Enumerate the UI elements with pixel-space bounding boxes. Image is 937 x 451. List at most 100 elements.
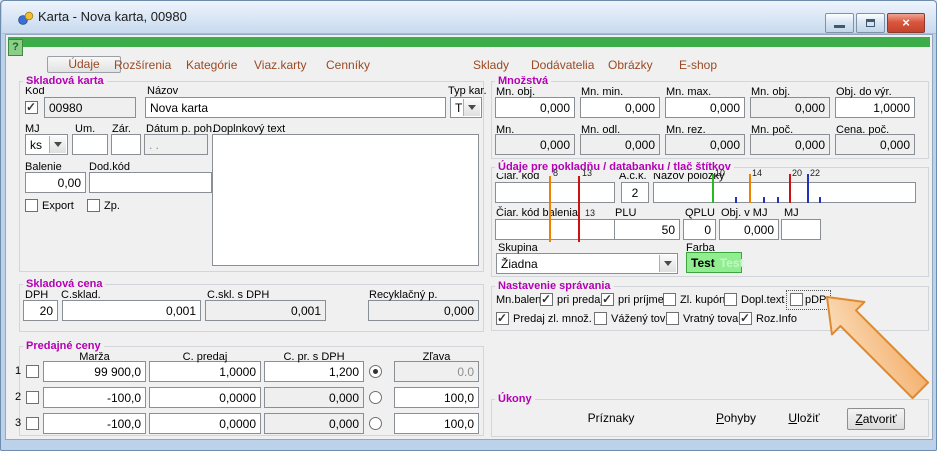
tab-kategorie[interactable]: Kategórie bbox=[186, 58, 237, 72]
roz-info-checkbox[interactable] bbox=[739, 312, 752, 325]
marza-header: Marža bbox=[43, 351, 146, 363]
vratny-tovar-checkbox[interactable] bbox=[666, 312, 679, 325]
qplu-field[interactable]: 0 bbox=[683, 219, 716, 240]
kod-field[interactable]: 00980 bbox=[44, 97, 136, 118]
predaj-zl-mnoz-checkbox[interactable] bbox=[496, 312, 509, 325]
recyklacny-label: Recyklačný p. bbox=[369, 289, 437, 301]
zar-field[interactable] bbox=[111, 134, 141, 155]
c-predaj-field-2[interactable]: 0,0000 bbox=[149, 387, 261, 408]
mj2-field[interactable] bbox=[781, 219, 821, 240]
tab-dodavatelia[interactable]: Dodávatelia bbox=[531, 58, 594, 72]
tab-rozsirenia[interactable]: Rozšírenia bbox=[114, 58, 171, 72]
zp-checkbox[interactable] bbox=[87, 199, 100, 212]
um-field[interactable] bbox=[72, 134, 108, 155]
cskl-s-dph-field[interactable]: 0,001 bbox=[205, 300, 326, 321]
c-pr-s-dph-field-3[interactable]: 0,000 bbox=[264, 413, 364, 434]
tab-sklady[interactable]: Sklady bbox=[473, 58, 509, 72]
zlava-field-1[interactable]: 0.0 bbox=[394, 361, 479, 382]
pohyby-button[interactable]: Pohyby bbox=[706, 411, 766, 425]
close-button[interactable]: × bbox=[887, 13, 925, 33]
mn-rez-label: Mn. rez. bbox=[666, 124, 706, 136]
obj-v-mj-field[interactable]: 0,000 bbox=[719, 219, 779, 240]
nazov-polozky-field[interactable] bbox=[653, 182, 916, 203]
ruler-tick-14: 14 bbox=[752, 168, 762, 178]
kod-checkbox[interactable] bbox=[25, 101, 38, 114]
marza-field-3[interactable]: -100,0 bbox=[43, 413, 146, 434]
tab-obrazky[interactable]: Obrázky bbox=[608, 58, 653, 72]
group-title-ukony: Úkony bbox=[495, 393, 535, 405]
mn-obj-label: Mn. obj. bbox=[496, 86, 535, 98]
price-row-checkbox[interactable] bbox=[26, 391, 39, 404]
price-radio-3[interactable] bbox=[369, 417, 382, 430]
doplnkovy-text-area[interactable] bbox=[212, 134, 479, 266]
chevron-down-icon[interactable] bbox=[659, 255, 676, 272]
zl-kupon-checkbox[interactable] bbox=[663, 293, 676, 306]
zlava-field-3[interactable]: 100,0 bbox=[394, 413, 479, 434]
ack-field[interactable]: 2 bbox=[621, 182, 649, 203]
ruler-line-orange bbox=[549, 176, 551, 242]
group-title-nastavenie: Nastavenie správania bbox=[495, 280, 614, 292]
chevron-down-icon[interactable] bbox=[463, 99, 480, 116]
skupina-select[interactable]: Žiadna bbox=[496, 253, 678, 274]
ciar-kod-field[interactable] bbox=[495, 182, 615, 203]
dod-kod-field[interactable] bbox=[89, 172, 212, 193]
csklad-label: C.sklad. bbox=[61, 289, 101, 301]
ciar-kod-balenia-field[interactable] bbox=[495, 219, 615, 240]
chevron-down-icon[interactable] bbox=[49, 136, 66, 153]
ruler-tick-13-balenia: 13 bbox=[585, 208, 595, 218]
c-pr-s-dph-field-2[interactable]: 0,000 bbox=[264, 387, 364, 408]
price-radio-1[interactable] bbox=[369, 365, 382, 378]
c-pr-s-dph-field-1[interactable]: 1,200 bbox=[264, 361, 364, 382]
tab-cenniky[interactable]: Cenníky bbox=[326, 58, 370, 72]
mn-obj-field[interactable]: 0,000 bbox=[495, 97, 575, 118]
csklad-field[interactable]: 0,001 bbox=[62, 300, 201, 321]
ulozit-button[interactable]: Uložiť bbox=[779, 411, 829, 425]
farba-sample-text: Test bbox=[691, 256, 715, 270]
dph-label: DPH bbox=[25, 289, 48, 301]
mn-rez-field[interactable]: 0,000 bbox=[665, 134, 745, 155]
zatvorit-button[interactable]: Zatvoriť bbox=[847, 408, 905, 430]
price-row-checkbox[interactable] bbox=[26, 417, 39, 430]
help-button[interactable]: ? bbox=[8, 39, 23, 56]
typ-kar-select[interactable]: T bbox=[450, 97, 482, 118]
balenie-field[interactable]: 0,00 bbox=[25, 172, 86, 193]
tab-eshop[interactable]: E-shop bbox=[679, 58, 717, 72]
recyklacny-field[interactable]: 0,000 bbox=[368, 300, 479, 321]
price-radio-2[interactable] bbox=[369, 391, 382, 404]
c-predaj-field-1[interactable]: 1,0000 bbox=[149, 361, 261, 382]
tab-viaz-karty[interactable]: Viaz.karty bbox=[254, 58, 306, 72]
price-row-checkbox[interactable] bbox=[26, 365, 39, 378]
obj-do-vyr-label: Obj. do výr. bbox=[836, 86, 892, 98]
typ-kar-label: Typ kar. bbox=[448, 85, 487, 97]
c-predaj-header: C. predaj bbox=[149, 351, 261, 363]
priznaky-button[interactable]: Príznaky bbox=[571, 411, 651, 425]
dph-field[interactable]: 20 bbox=[23, 300, 58, 321]
zlava-field-2[interactable]: 100,0 bbox=[394, 387, 479, 408]
cena-poc-field[interactable]: 0,000 bbox=[835, 134, 915, 155]
vazeny-tovar-checkbox[interactable] bbox=[594, 312, 607, 325]
nazov-field[interactable]: Nova karta bbox=[145, 97, 446, 118]
datum-field[interactable]: . . bbox=[144, 134, 208, 155]
obj-do-vyr-field[interactable]: 1,0000 bbox=[835, 97, 915, 118]
dopl-text-checkbox[interactable] bbox=[724, 293, 737, 306]
minimize-button[interactable] bbox=[825, 13, 854, 33]
mj-select[interactable]: ks bbox=[25, 134, 68, 155]
marza-field-1[interactable]: 99 900,0 bbox=[43, 361, 146, 382]
plu-field[interactable]: 50 bbox=[614, 219, 680, 240]
c-predaj-field-3[interactable]: 0,0000 bbox=[149, 413, 261, 434]
mn-min-field[interactable]: 0,000 bbox=[580, 97, 660, 118]
mn-obj2-field[interactable]: 0,000 bbox=[750, 97, 830, 118]
ruler-minor-tick bbox=[777, 197, 779, 203]
tab-udaje[interactable]: Údaje bbox=[47, 56, 121, 73]
pri-prijme-checkbox[interactable] bbox=[601, 293, 614, 306]
export-checkbox[interactable] bbox=[25, 199, 38, 212]
mj-label: MJ bbox=[25, 123, 40, 135]
mn-odl-field[interactable]: 0,000 bbox=[580, 134, 660, 155]
mn-max-field[interactable]: 0,000 bbox=[665, 97, 745, 118]
mn-poc-field[interactable]: 0,000 bbox=[750, 134, 830, 155]
maximize-button[interactable] bbox=[856, 13, 885, 33]
pri-predaji-checkbox[interactable] bbox=[540, 293, 553, 306]
farba-preview[interactable]: Test Test bbox=[686, 252, 742, 273]
marza-field-2[interactable]: -100,0 bbox=[43, 387, 146, 408]
mn-field[interactable]: 0,000 bbox=[495, 134, 575, 155]
